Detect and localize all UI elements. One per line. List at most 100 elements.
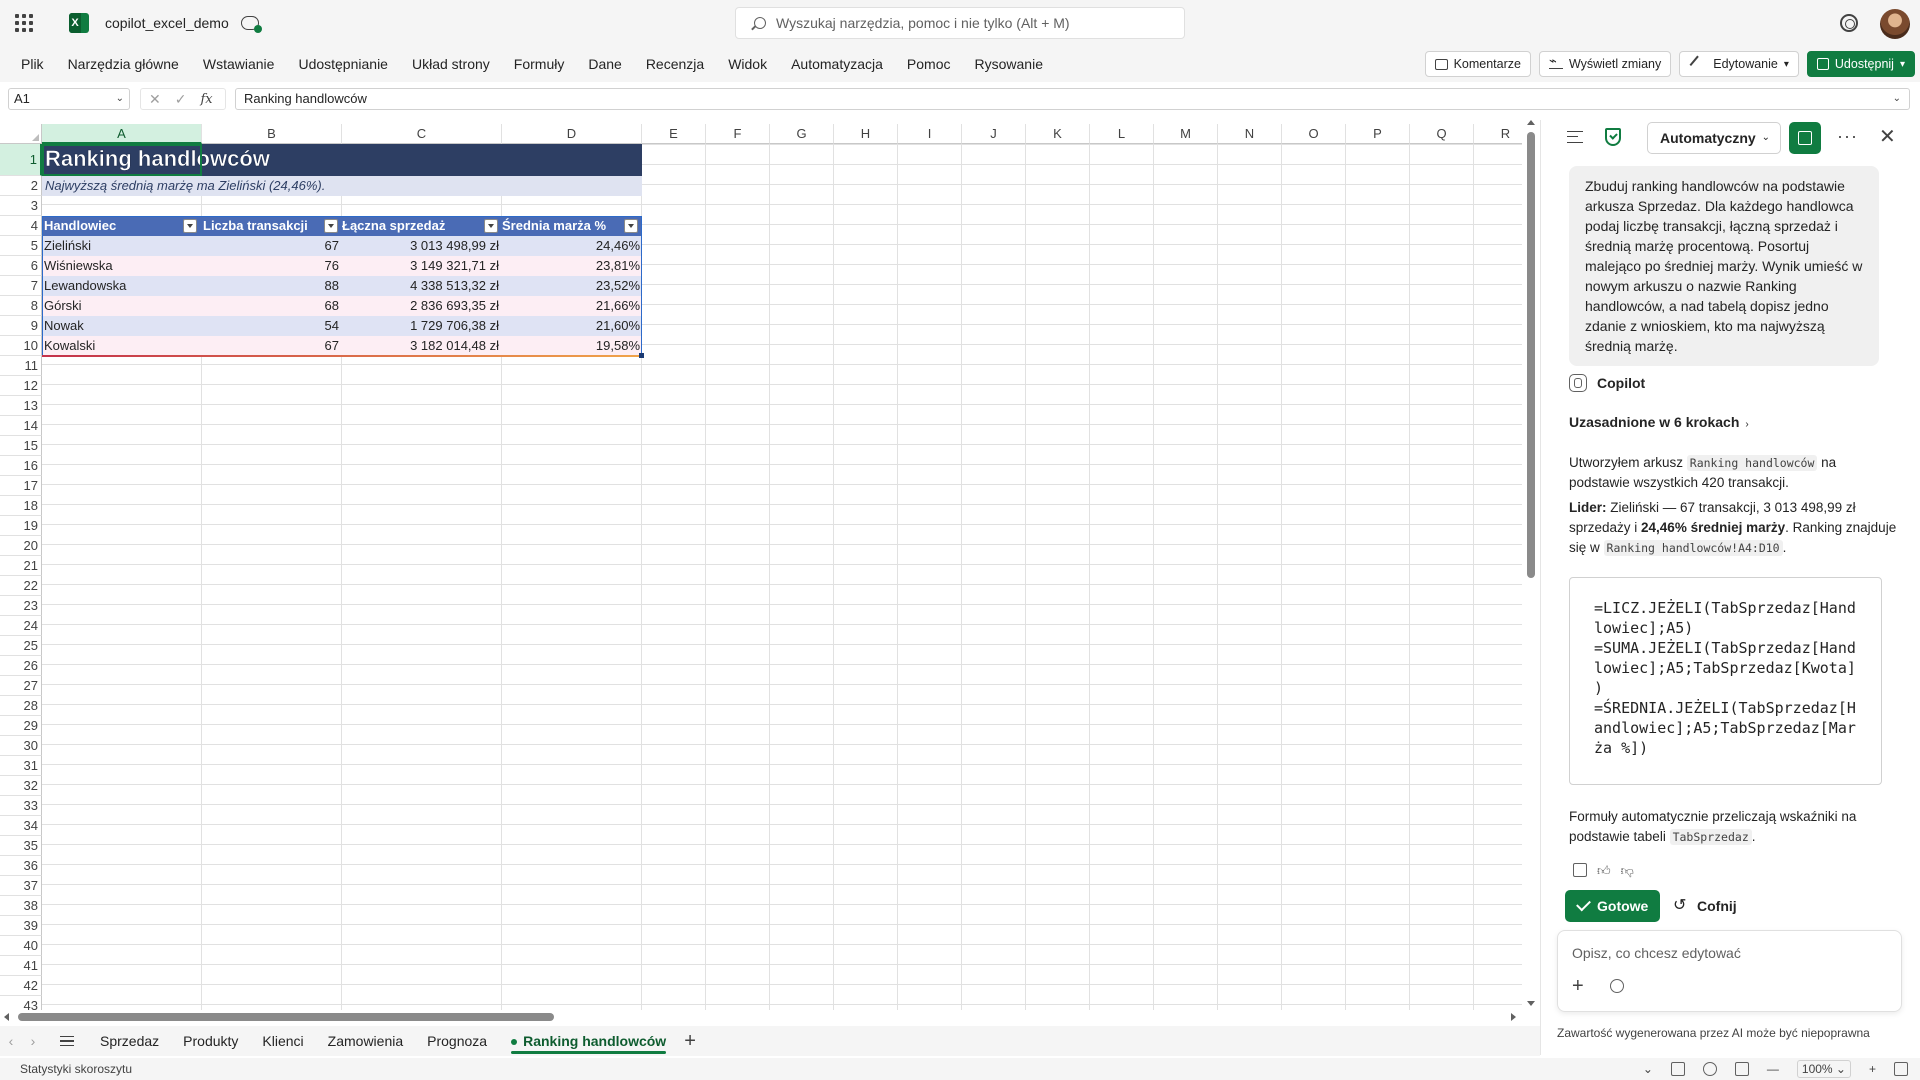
row-header[interactable]: 31 <box>0 756 42 776</box>
active-cell-a1[interactable] <box>42 144 202 176</box>
comments-button[interactable]: Komentarze <box>1424 51 1531 77</box>
help-icon[interactable] <box>1702 1062 1717 1076</box>
avatar[interactable] <box>1880 9 1910 39</box>
shield-icon[interactable] <box>1605 128 1621 146</box>
filter-dropdown-icon[interactable] <box>484 219 498 233</box>
scroll-down-icon[interactable] <box>1527 1001 1535 1006</box>
column-header[interactable]: F <box>706 124 770 144</box>
column-header[interactable]: P <box>1346 124 1410 144</box>
show-changes-button[interactable]: Wyświetl zmiany <box>1538 51 1672 77</box>
tab-formulas[interactable]: Formuły <box>502 46 577 82</box>
cell-sales[interactable]: 2 836 693,35 zł <box>341 296 501 316</box>
cell-count[interactable]: 54 <box>202 316 341 336</box>
cell-count[interactable]: 68 <box>202 296 341 316</box>
horizontal-scroll-thumb[interactable] <box>18 1013 554 1021</box>
all-sheets-icon[interactable] <box>60 1036 74 1046</box>
row-header[interactable]: 17 <box>0 476 42 496</box>
tab-draw[interactable]: Rysowanie <box>963 46 1055 82</box>
cell-sales[interactable]: 3 182 014,48 zł <box>341 336 501 356</box>
tab-review[interactable]: Recenzja <box>634 46 716 82</box>
row-header[interactable]: 11 <box>0 356 42 376</box>
editing-mode-button[interactable]: Edytowanie ▾ <box>1679 51 1799 77</box>
header-laczna[interactable]: Łączna sprzedaż <box>340 216 445 236</box>
table-row[interactable]: Kowalski 67 3 182 014,48 zł 19,58% <box>42 336 642 356</box>
row-header[interactable]: 22 <box>0 576 42 596</box>
cell-sales[interactable]: 1 729 706,38 zł <box>341 316 501 336</box>
column-header[interactable]: B <box>202 124 342 144</box>
cell-margin[interactable]: 24,46% <box>501 236 642 256</box>
column-header[interactable]: C <box>342 124 502 144</box>
history-list-icon[interactable] <box>1567 131 1583 143</box>
filter-dropdown-icon[interactable] <box>624 219 638 233</box>
row-header[interactable]: 14 <box>0 416 42 436</box>
sheet-tab-ranking[interactable]: Ranking handlowców <box>499 1026 678 1056</box>
cell-sales[interactable]: 4 338 513,32 zł <box>341 276 501 296</box>
row-header[interactable]: 23 <box>0 596 42 616</box>
next-sheet-icon[interactable]: › <box>22 1033 44 1049</box>
row-header[interactable]: 39 <box>0 916 42 936</box>
search-box[interactable]: Wyszukaj narzędzia, pomoc i nie tylko (A… <box>735 7 1185 39</box>
column-header[interactable]: J <box>962 124 1026 144</box>
tab-help[interactable]: Pomoc <box>895 46 963 82</box>
row-header[interactable]: 41 <box>0 956 42 976</box>
header-liczba[interactable]: Liczba transakcji <box>201 216 308 236</box>
cell-sales[interactable]: 3 149 321,71 zł <box>341 256 501 276</box>
row-header[interactable]: 3 <box>0 196 42 216</box>
tab-plik[interactable]: Plik <box>9 46 56 82</box>
row-header[interactable]: 34 <box>0 816 42 836</box>
cell-name[interactable]: Nowak <box>44 316 84 336</box>
tab-sharing[interactable]: Udostępnianie <box>286 46 400 82</box>
cell-margin[interactable]: 23,81% <box>501 256 642 276</box>
row-header[interactable]: 10 <box>0 336 42 356</box>
link-icon[interactable] <box>1610 979 1624 993</box>
row-header[interactable]: 29 <box>0 716 42 736</box>
table-row[interactable]: Zieliński 67 3 013 498,99 zł 24,46% <box>42 236 642 256</box>
column-header[interactable]: A <box>42 124 202 144</box>
cell-name[interactable]: Wiśniewska <box>44 256 113 276</box>
zoom-out-icon[interactable]: — <box>1767 1062 1779 1076</box>
done-button[interactable]: Gotowe <box>1565 890 1660 922</box>
row-header[interactable]: 30 <box>0 736 42 756</box>
app-launcher-icon[interactable] <box>13 12 35 34</box>
table-row[interactable]: Lewandowska 88 4 338 513,32 zł 23,52% <box>42 276 642 296</box>
row-header[interactable]: 38 <box>0 896 42 916</box>
confirm-icon[interactable]: ✓ <box>175 91 187 108</box>
more-options-icon[interactable]: ··· <box>1837 126 1858 147</box>
tab-automate[interactable]: Automatyzacja <box>779 46 895 82</box>
row-header[interactable]: 42 <box>0 976 42 996</box>
row-header[interactable]: 26 <box>0 656 42 676</box>
row-header[interactable]: 24 <box>0 616 42 636</box>
sheet-tab-produkty[interactable]: Produkty <box>171 1026 250 1056</box>
insert-function-icon[interactable]: fx <box>200 92 212 107</box>
cell-area[interactable]: Ranking handlowców Najwyższą średnią mar… <box>42 144 1522 1010</box>
share-button[interactable]: Udostępnij ▾ <box>1806 51 1915 77</box>
column-header[interactable]: O <box>1282 124 1346 144</box>
workbook-statistics[interactable]: Statystyki skoroszytu <box>20 1062 132 1076</box>
column-header[interactable]: K <box>1026 124 1090 144</box>
sheet-tab-prognoza[interactable]: Prognoza <box>415 1026 499 1056</box>
cancel-icon[interactable]: ✕ <box>149 91 161 108</box>
row-header[interactable]: 8 <box>0 296 42 316</box>
close-icon[interactable]: ✕ <box>1879 124 1896 149</box>
header-marza[interactable]: Średnia marża % <box>500 216 606 236</box>
row-header[interactable]: 16 <box>0 456 42 476</box>
vertical-scrollbar[interactable] <box>1526 120 1536 1006</box>
row-header[interactable]: 40 <box>0 936 42 956</box>
prompt-input[interactable] <box>1572 943 1882 963</box>
expand-formula-icon[interactable]: ⌄ <box>1893 89 1901 109</box>
column-header[interactable]: I <box>898 124 962 144</box>
header-handlowiec[interactable]: Handlowiec <box>42 216 116 236</box>
zoom-dropdown[interactable]: 100% ⌄ <box>1796 1060 1851 1078</box>
column-header[interactable]: E <box>642 124 706 144</box>
row-header[interactable]: 2 <box>0 176 42 196</box>
feedback-icon[interactable] <box>1734 1062 1749 1076</box>
row-header[interactable]: 6 <box>0 256 42 276</box>
horizontal-scrollbar[interactable] <box>0 1010 1522 1024</box>
row-header[interactable]: 37 <box>0 876 42 896</box>
row-header[interactable]: 13 <box>0 396 42 416</box>
cell-margin[interactable]: 23,52% <box>501 276 642 296</box>
row-header[interactable]: 7 <box>0 276 42 296</box>
table-resize-handle[interactable] <box>639 353 644 358</box>
tab-data[interactable]: Dane <box>576 46 633 82</box>
cell-margin[interactable]: 21,60% <box>501 316 642 336</box>
